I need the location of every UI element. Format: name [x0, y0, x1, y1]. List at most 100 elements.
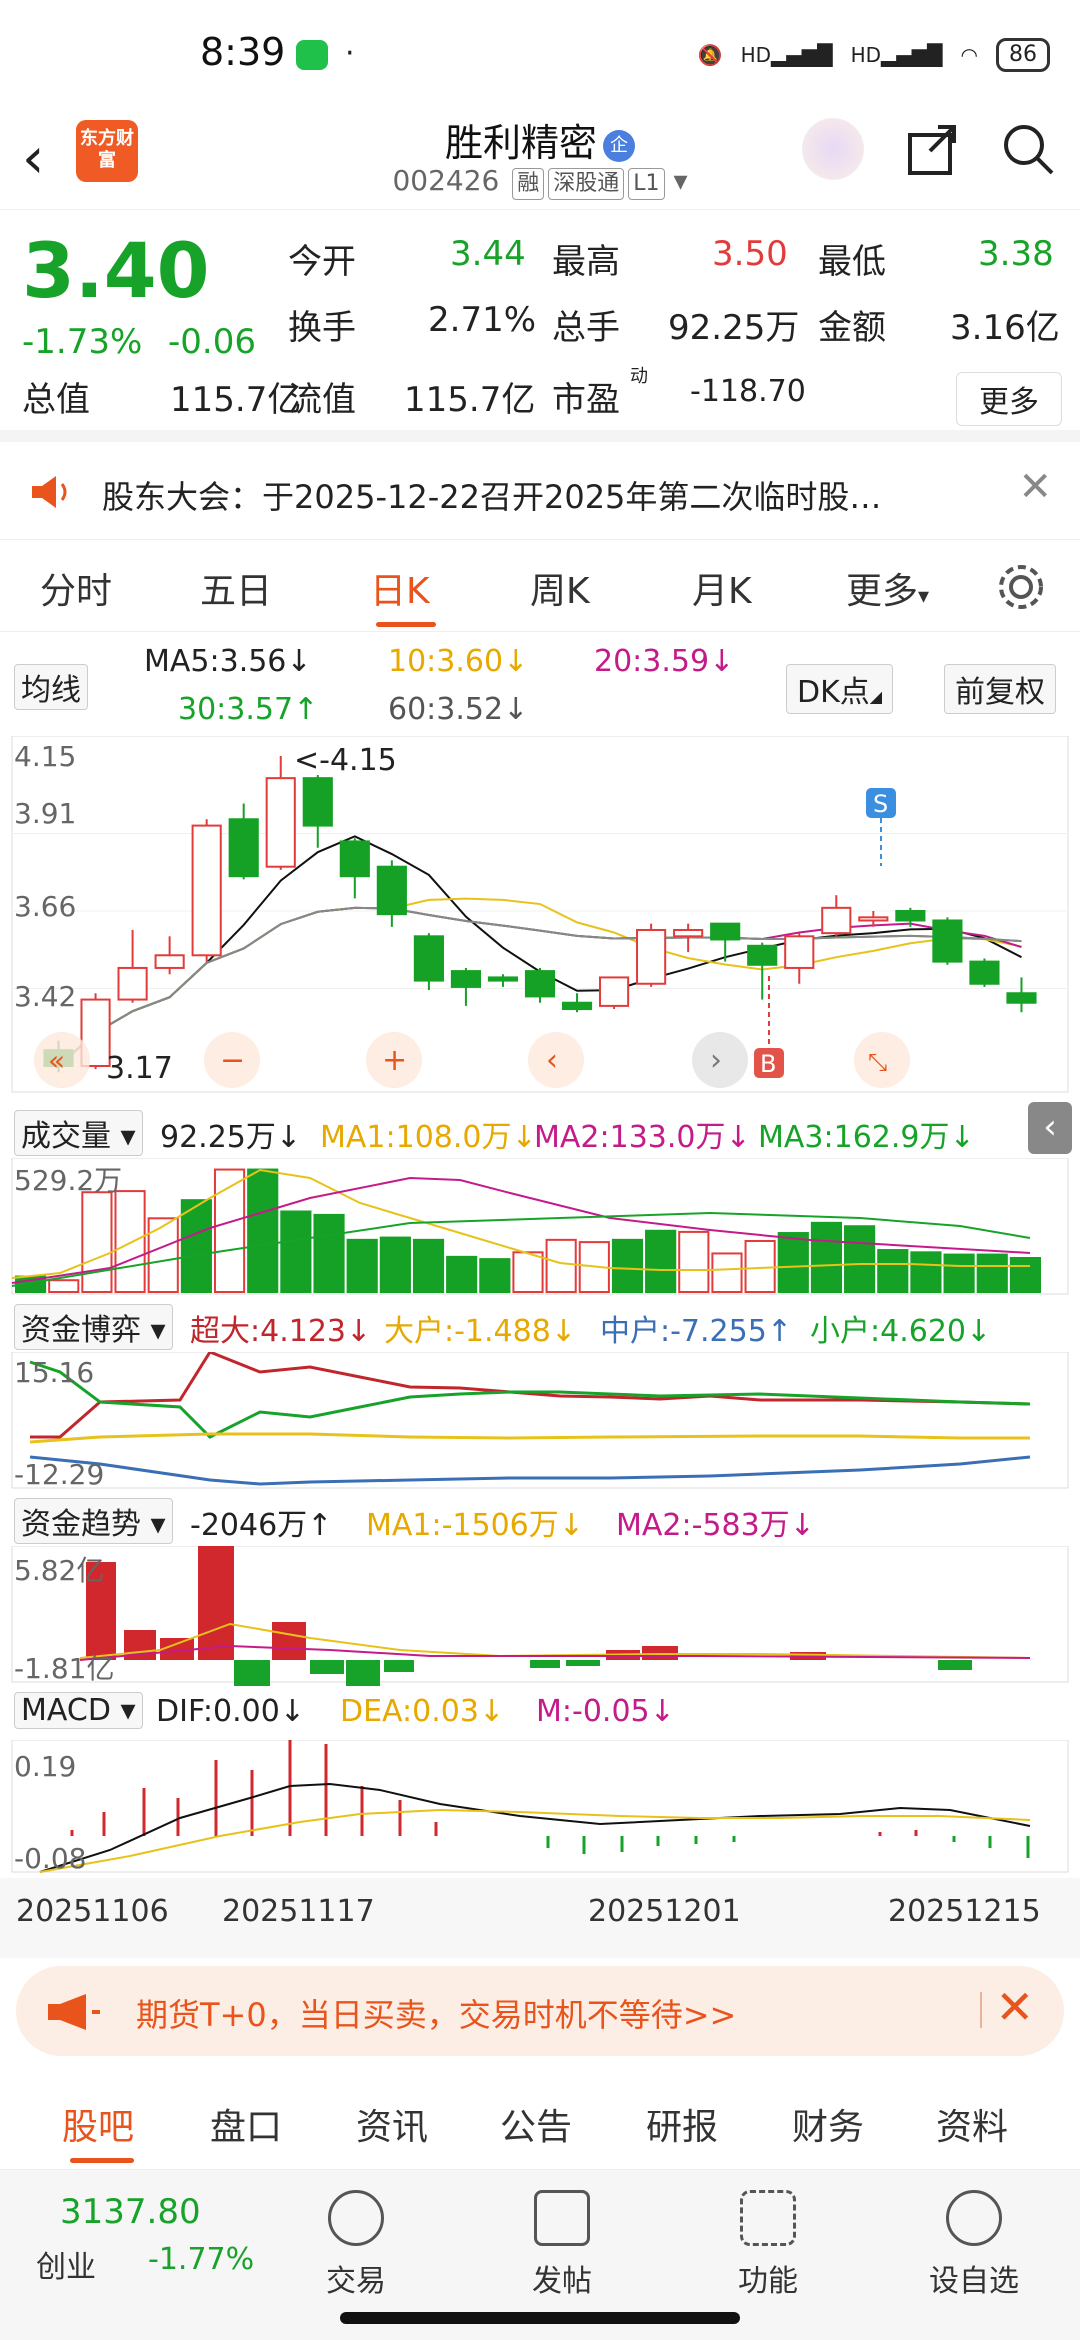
macd-selector[interactable]: MACD ▾	[14, 1692, 143, 1729]
tab-intraday[interactable]: 分时	[40, 562, 112, 614]
tab-research[interactable]: 研报	[646, 2098, 718, 2150]
share-icon[interactable]	[904, 121, 960, 177]
tab-guba[interactable]: 股吧	[62, 2098, 134, 2150]
fund-selector-text: 资金博弈	[21, 1313, 141, 1348]
caret-icon: ◢	[869, 687, 883, 706]
collapse-panel-icon[interactable]: ‹	[1028, 1102, 1072, 1154]
volume-bar	[678, 1230, 710, 1293]
nav-trade[interactable]: 交易	[286, 2190, 426, 2300]
status-time: 8:39	[200, 30, 286, 74]
tag-rong: 融	[512, 168, 545, 200]
assistant-avatar-icon[interactable]	[802, 118, 864, 180]
ma10-value: 10:3.60↓	[388, 644, 529, 679]
candle	[821, 906, 852, 935]
volume-bar	[247, 1168, 279, 1294]
promo-text[interactable]: 期货T+0，当日买卖，交易时机不等待>>	[136, 1990, 736, 2036]
close-banner-icon[interactable]: ✕	[995, 1980, 1034, 2034]
kline-chart[interactable]: 4.15 3.91 3.66 3.42 <-4.15 3.17 S B « − …	[0, 736, 1080, 1096]
nav-watchlist[interactable]: 设自选	[904, 2190, 1044, 2300]
tab-finance[interactable]: 财务	[792, 2098, 864, 2150]
index-value[interactable]: 3137.80	[60, 2192, 201, 2232]
promo-banner[interactable]: 期货T+0，当日买卖，交易时机不等待>> ✕	[16, 1966, 1064, 2056]
volume-bar	[545, 1238, 577, 1293]
candle	[747, 944, 778, 966]
macd-selector-label: MACD ▾	[14, 1692, 143, 1729]
close-icon[interactable]: ✕	[1018, 464, 1052, 510]
trend-axis-top: 5.82亿	[14, 1554, 104, 1587]
ma30-value: 30:3.57↑	[178, 692, 319, 727]
turnover-value: 2.71%	[428, 300, 537, 340]
volume-bar	[512, 1251, 544, 1293]
macd-chart[interactable]: 0.19 -0.08	[0, 1740, 1080, 1876]
volume-chart[interactable]: 529.2万	[0, 1158, 1080, 1298]
dropdown-icon[interactable]: ▾	[673, 164, 687, 197]
notice-bar[interactable]: 股东大会：于2025-12-22召开2025年第二次临时股… ✕	[0, 444, 1080, 540]
tab-weekly-k[interactable]: 周K	[530, 562, 590, 614]
dk-point-button[interactable]: DK点◢	[786, 664, 894, 714]
fund-trend-chart[interactable]: 5.82亿 -1.81亿	[0, 1546, 1080, 1686]
volume-bar	[844, 1225, 876, 1293]
volume-ma2: MA2:133.0万↓	[534, 1120, 751, 1155]
tab-monthly-k[interactable]: 月K	[692, 562, 752, 614]
tab-more[interactable]: 更多▾	[846, 562, 929, 614]
macd-axis-top: 0.19	[14, 1750, 76, 1783]
wifi-icon: ◠	[960, 43, 978, 67]
candle	[1006, 992, 1037, 1004]
tag-l1: L1	[628, 168, 665, 200]
tab-news[interactable]: 资讯	[356, 2098, 428, 2150]
quote-panel: 3.40 -1.73% -0.06 今开 3.44 最高 3.50 最低 3.3…	[0, 212, 1080, 442]
nav-post[interactable]: 发帖	[492, 2190, 632, 2300]
candle	[376, 865, 407, 916]
stock-header: ‹ 东方财富 胜利精密企 002426 融深股通 L1 ▾	[0, 110, 1080, 210]
tab-announcement[interactable]: 公告	[500, 2098, 572, 2150]
candle	[599, 976, 630, 1007]
low-value: 3.38	[978, 234, 1054, 274]
notice-text[interactable]: 股东大会：于2025-12-22召开2025年第二次临时股…	[102, 472, 881, 518]
date-label-2: 20251117	[222, 1894, 375, 1929]
date-axis: 20251106 20251117 20251201 20251215	[0, 1878, 1080, 1958]
volume-value: 92.25万↓	[160, 1120, 302, 1155]
adjust-button[interactable]: 前复权	[944, 664, 1056, 714]
volume-bar	[976, 1253, 1008, 1294]
tab-daily-k[interactable]: 日K	[370, 562, 430, 614]
tab-5day[interactable]: 五日	[200, 562, 272, 614]
volume-bar	[910, 1251, 942, 1293]
volume-bar	[114, 1190, 146, 1293]
next-glyph: ›	[710, 1043, 722, 1078]
candle	[228, 818, 259, 878]
macd-dif: DIF:0.00↓	[156, 1694, 305, 1729]
volume-axis-label: 529.2万	[14, 1164, 122, 1197]
minus-glyph: −	[220, 1043, 245, 1078]
volume-bar	[645, 1229, 677, 1294]
volume-bar	[446, 1255, 478, 1293]
macd-axis-bottom: -0.08	[14, 1842, 86, 1875]
nav-functions[interactable]: 功能	[698, 2190, 838, 2300]
candle	[932, 919, 963, 963]
wechat-icon	[296, 40, 328, 70]
search-icon[interactable]	[1000, 121, 1056, 177]
volume-bar	[711, 1252, 743, 1293]
current-price: 3.40	[22, 226, 210, 315]
mktcap-value: 115.7亿	[170, 380, 302, 420]
fund-selector[interactable]: 资金博弈 ▾	[14, 1304, 173, 1350]
volume-bar	[280, 1210, 312, 1293]
volume-selector[interactable]: 成交量 ▾	[14, 1110, 143, 1156]
candle	[673, 928, 704, 938]
volume-bar	[180, 1199, 212, 1293]
amount-value: 3.16亿	[950, 308, 1060, 348]
high-label: 最高	[552, 242, 620, 282]
fund-axis-bottom: -12.29	[14, 1458, 104, 1491]
settings-icon[interactable]	[996, 562, 1046, 612]
trend-selector[interactable]: 资金趋势 ▾	[14, 1498, 173, 1544]
tab-pankou[interactable]: 盘口	[210, 2098, 282, 2150]
active-tab-indicator	[70, 2158, 134, 2163]
fund-game-chart[interactable]: 15.16 -12.29	[0, 1352, 1080, 1492]
amount-label: 金额	[818, 308, 886, 348]
fund-mid: 中户:-7.255↑	[600, 1314, 792, 1349]
candle	[784, 935, 815, 969]
candle	[636, 928, 667, 985]
tab-profile[interactable]: 资料	[936, 2098, 1008, 2150]
candle	[302, 777, 333, 827]
ma-selector[interactable]: 均线	[14, 664, 88, 710]
more-button[interactable]: 更多	[956, 372, 1062, 426]
